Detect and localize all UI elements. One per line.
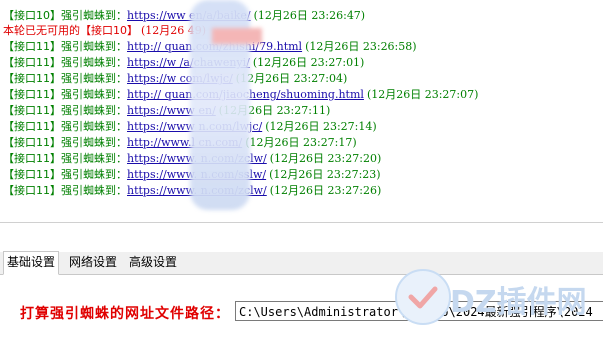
- log-line-time: (12月26日 23:27:01): [252, 56, 365, 69]
- watermark-check-icon: [395, 269, 451, 325]
- log-line-prefix: 强引蜘蛛到：: [61, 168, 127, 181]
- log-output-panel[interactable]: 【接口10】强引蜘蛛到：https://ww en/a/baike/(12月26…: [0, 0, 603, 223]
- tab-basic-settings[interactable]: 基础设置: [3, 251, 60, 275]
- log-line-tag: 【接口11】: [3, 152, 61, 165]
- log-line-tag: 【接口11】: [3, 40, 61, 53]
- log-line-tag: 【接口11】: [3, 168, 61, 181]
- log-line-time: (12月26日 23:27:14): [265, 120, 377, 133]
- log-line-prefix: 强引蜘蛛到：: [61, 72, 127, 85]
- log-line: 【接口11】强引蜘蛛到：https://w com/lwjc/(12月26日 2…: [3, 71, 347, 87]
- log-line-warning: 本轮已无可用的【接口10】 (12月26 49): [3, 23, 206, 39]
- log-line-prefix: 强引蜘蛛到：: [61, 120, 127, 133]
- log-line-tag: 【接口11】: [3, 120, 61, 133]
- log-line-tag: 【接口10】: [3, 9, 61, 22]
- log-line-time: (12月26日 23:27:17): [245, 136, 357, 149]
- watermark-logo: DZ插件网: [395, 265, 603, 327]
- log-line-prefix: 强引蜘蛛到：: [61, 88, 127, 101]
- url-file-path-label: 打算强引蜘蛛的网址文件路径：: [20, 306, 230, 322]
- log-line-time: (12月26日 23:27:26): [269, 184, 382, 197]
- log-line-tag: 【接口11】: [3, 136, 61, 149]
- log-line-time: (12月26日 23:27:23): [269, 168, 381, 181]
- log-line-time: (12月26日 23:27:20): [269, 152, 382, 165]
- log-line-prefix: 强引蜘蛛到：: [61, 56, 127, 69]
- tab-network-settings[interactable]: 网络设置: [66, 252, 120, 273]
- log-line: 【接口11】强引蜘蛛到：http://www.l cn.com/(12月26日 …: [3, 135, 357, 151]
- log-line-prefix: 强引蜘蛛到：: [61, 9, 127, 22]
- redaction-overlay-pink: [212, 28, 262, 44]
- watermark-text: DZ插件网: [450, 285, 587, 320]
- log-line-time: (12月26日 23:26:47): [253, 9, 366, 22]
- log-line-prefix: 强引蜘蛛到：: [61, 152, 127, 165]
- log-line-time: (12月26日 23:27:04): [235, 72, 348, 85]
- log-line-tag: 【接口11】: [3, 56, 61, 69]
- log-line: 【接口11】强引蜘蛛到：https://www en/(12月26日 23:27…: [3, 103, 330, 119]
- log-line: 【接口11】强引蜘蛛到：https://w /a/chawenyi/(12月26…: [3, 55, 364, 71]
- log-line-prefix: 强引蜘蛛到：: [61, 184, 127, 197]
- log-line-tag: 本轮已无可用的【接口10】: [3, 24, 138, 37]
- log-line-tag: 【接口11】: [3, 104, 61, 117]
- log-line: 【接口10】强引蜘蛛到：https://ww en/a/baike/(12月26…: [3, 8, 365, 24]
- log-line-prefix: 强引蜘蛛到：: [61, 40, 127, 53]
- log-line-tag: 【接口11】: [3, 72, 61, 85]
- log-line-prefix: 强引蜘蛛到：: [61, 104, 127, 117]
- log-line-tag: 【接口11】: [3, 88, 61, 101]
- log-line-tag: 【接口11】: [3, 184, 61, 197]
- tab-advanced-settings[interactable]: 高级设置: [126, 252, 180, 273]
- log-line-prefix: 强引蜘蛛到：: [61, 136, 127, 149]
- log-line-time: (12月26日 23:27:07): [366, 88, 479, 101]
- log-line-time: (12月26日 23:26:58): [305, 40, 417, 53]
